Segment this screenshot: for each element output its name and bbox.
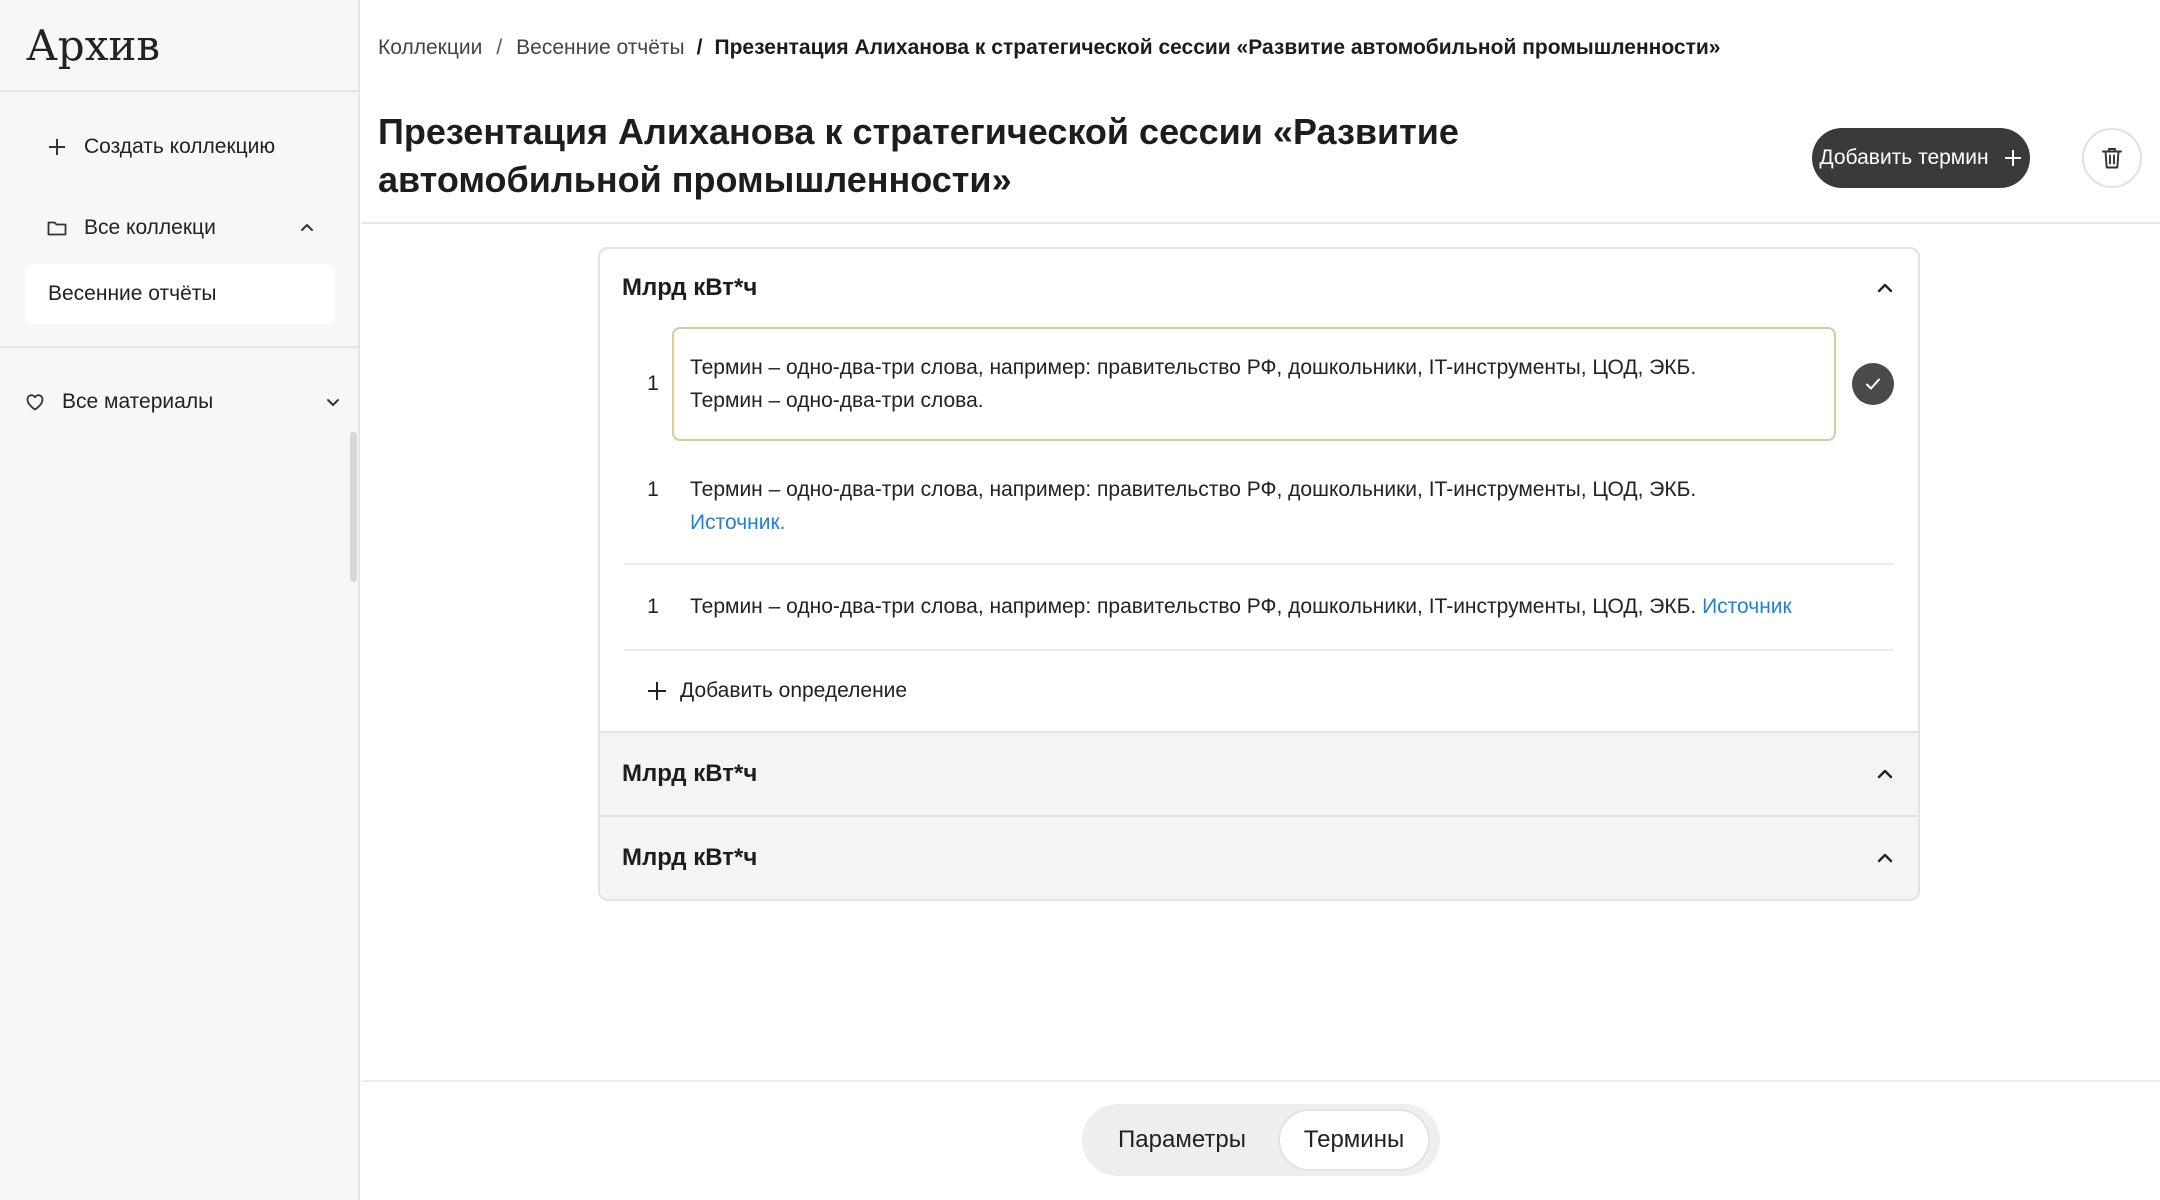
add-term-button[interactable]: Добавить термин	[1812, 128, 2030, 188]
heart-icon	[26, 394, 44, 411]
all-materials-toggle[interactable]: Все материалы	[24, 385, 342, 419]
editor-line-1: Термин – одно-два-три слова, например: п…	[689, 356, 1697, 379]
breadcrumb-spring-reports[interactable]: Весенние отчёты	[516, 36, 684, 60]
all-collections-label: Все коллекци	[84, 216, 216, 239]
delete-button[interactable]	[2082, 128, 2142, 188]
term-header[interactable]: Млрд кВт*ч	[600, 815, 1918, 899]
source-link[interactable]: Источник.	[690, 511, 785, 534]
chevron-up-icon	[301, 224, 313, 231]
definition-text-wrap: Термин – одно-два-три слова, например: п…	[672, 590, 1894, 623]
check-icon	[1866, 378, 1881, 390]
definition-item: 1 Термин – одно-два-три слова, например:…	[624, 565, 1894, 651]
definition-text: Термин – одно-два-три слова, например: п…	[690, 478, 1697, 501]
editor-line-2: Термин – одно-два-три слова.	[689, 389, 984, 412]
definition-number: 1	[647, 478, 659, 501]
breadcrumb-separator: /	[496, 36, 503, 59]
footer-divider	[362, 1080, 2160, 1082]
add-definition-button[interactable]: Добавить onределение	[600, 651, 1918, 731]
app-logo: Архив	[0, 0, 358, 92]
definition-edit-row: 1 Термин – одно-два-три слова, например:…	[624, 327, 1894, 441]
plus-icon	[49, 139, 65, 155]
term-body: 1 Термин – одно-два-три слова, например:…	[600, 327, 1918, 651]
sidebar-divider	[0, 346, 360, 348]
definition-editor[interactable]: Термин – одно-два-три слова, например: п…	[671, 327, 1837, 441]
terms-list: Млрд кВт*ч 1 Термин – одно-два-три слова…	[598, 247, 1920, 901]
term-title: Млрд кВт*ч	[622, 844, 758, 871]
breadcrumb-current: Презентация Алиханова к стратегической с…	[714, 36, 1721, 59]
sidebar-scrollbar[interactable]	[350, 432, 357, 582]
add-definition-label: Добавить onределение	[680, 679, 908, 702]
main-content: Коллекции / Весенние отчёты / Презентаци…	[362, 0, 2160, 1200]
term-header[interactable]: Млрд кВт*ч	[600, 731, 1918, 815]
folder-icon	[47, 221, 67, 236]
all-collections-toggle[interactable]: Все коллекци	[46, 211, 316, 245]
chevron-up-icon	[1877, 769, 1893, 779]
definition-text: Термин – одно-два-три слова, например: п…	[690, 595, 1697, 618]
definition-text-wrap: Термин – одно-два-три слова, например: п…	[672, 473, 1894, 539]
tab-terms[interactable]: Термины	[1278, 1109, 1430, 1171]
term-header[interactable]: Млрд кВт*ч	[600, 249, 1918, 327]
create-collection-button[interactable]: Создать коллекцию	[46, 130, 275, 164]
breadcrumb-collections[interactable]: Коллекции	[378, 36, 482, 60]
page-title: Презентация Алиханова к стратегической с…	[378, 111, 1459, 200]
term-title: Млрд кВт*ч	[622, 274, 758, 301]
create-collection-label: Создать коллекцию	[84, 135, 276, 158]
breadcrumb-separator: /	[696, 36, 703, 59]
chevron-up-icon	[1877, 283, 1893, 293]
view-switcher: Параметры Термины	[1082, 1104, 1440, 1176]
chevron-down-icon	[327, 399, 339, 406]
sidebar: Архив Создать коллекцию Все коллекци Вес…	[0, 0, 360, 1200]
term-title: Млрд кВт*ч	[622, 760, 758, 787]
plus-icon	[648, 682, 666, 700]
add-term-label: Добавить термин	[1819, 146, 1989, 169]
plus-icon	[2004, 150, 2021, 166]
header-divider	[362, 222, 2160, 224]
trash-icon	[2102, 148, 2122, 169]
source-link[interactable]: Источник	[1702, 595, 1792, 618]
definition-number: 1	[647, 372, 659, 395]
chevron-up-icon	[1877, 853, 1893, 863]
tab-parameters[interactable]: Параметры	[1086, 1109, 1278, 1171]
all-materials-label: Все материалы	[62, 390, 214, 413]
confirm-definition-button[interactable]	[1852, 363, 1894, 405]
definition-item: 1 Термин – одно-два-три слова, например:…	[624, 447, 1894, 565]
breadcrumb: Коллекции / Весенние отчёты / Презентаци…	[378, 36, 1720, 60]
definition-number: 1	[647, 595, 659, 618]
sidebar-item-spring-reports[interactable]: Весенние отчёты	[25, 264, 335, 324]
